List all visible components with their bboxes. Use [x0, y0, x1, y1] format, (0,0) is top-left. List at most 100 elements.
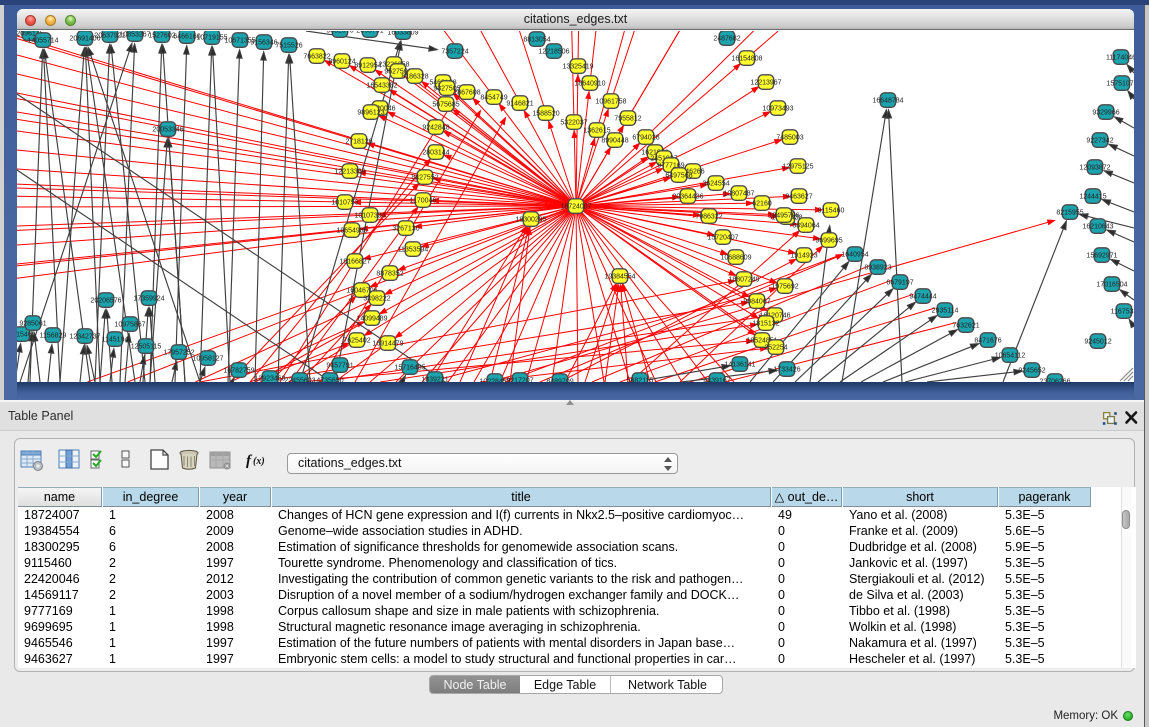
svg-text:18807249: 18807249 [728, 277, 759, 284]
svg-text:1640954: 1640954 [841, 252, 868, 259]
svg-text:9329966: 9329966 [1092, 110, 1119, 117]
svg-text:2867608: 2867608 [453, 90, 480, 97]
svg-text:8489709: 8489709 [546, 379, 573, 383]
svg-text:17016504: 17016504 [1096, 282, 1127, 289]
svg-text:3267130: 3267130 [392, 226, 419, 233]
svg-text:12213369: 12213369 [334, 169, 365, 176]
svg-text:1362615: 1362615 [583, 128, 610, 135]
svg-text:9457791: 9457791 [326, 363, 353, 370]
svg-text:1733426: 1733426 [773, 367, 800, 374]
svg-text:5322037: 5322037 [560, 120, 587, 127]
svg-text:7955812: 7955812 [614, 116, 641, 123]
svg-text:10958127: 10958127 [192, 356, 223, 363]
svg-text:13325419: 13325419 [562, 64, 593, 71]
svg-text:1145194: 1145194 [102, 337, 129, 344]
svg-text:15716485: 15716485 [394, 365, 425, 372]
svg-text:7632621: 7632621 [952, 323, 979, 330]
svg-text:15692971: 15692971 [1086, 253, 1117, 260]
svg-text:17359924: 17359924 [133, 296, 164, 303]
svg-text:5682115: 5682115 [627, 378, 654, 383]
svg-text:1914923: 1914923 [790, 253, 817, 260]
svg-text:8878352: 8878352 [376, 271, 403, 278]
svg-text:20364436: 20364436 [672, 194, 703, 201]
svg-text:12342737: 12342737 [69, 334, 100, 341]
svg-text:1810753: 1810753 [331, 200, 358, 207]
svg-text:19166827: 19166827 [339, 259, 370, 266]
svg-text:1167533: 1167533 [1111, 309, 1134, 316]
svg-text:8471676: 8471676 [974, 338, 1001, 345]
svg-text:62160: 62160 [752, 201, 772, 208]
svg-text:10654112: 10654112 [995, 353, 1026, 360]
svg-text:9227342: 9227342 [1086, 138, 1113, 145]
svg-text:9699695: 9699695 [815, 238, 842, 245]
svg-text:1815132: 1815132 [752, 321, 779, 328]
svg-text:1156829: 1156829 [40, 333, 67, 340]
svg-text:9245012: 9245012 [1084, 339, 1111, 346]
svg-text:9482575: 9482575 [326, 31, 353, 35]
svg-text:9896123: 9896123 [357, 110, 384, 117]
svg-text:9463627: 9463627 [785, 194, 812, 201]
svg-text:9084067: 9084067 [743, 299, 770, 306]
svg-text:12923468: 12923468 [254, 376, 285, 383]
svg-text:10719155: 10719155 [196, 35, 227, 42]
svg-text:7485003: 7485003 [776, 135, 803, 142]
svg-text:18724007: 18724007 [560, 204, 591, 211]
svg-text:15720407: 15720407 [707, 235, 738, 242]
svg-text:8454749: 8454749 [480, 95, 507, 102]
svg-text:16543382: 16543382 [366, 83, 397, 90]
svg-text:10688609: 10688609 [720, 255, 751, 262]
svg-text:12093872: 12093872 [1079, 165, 1110, 172]
svg-text:12505115: 12505115 [131, 344, 162, 351]
svg-text:8990448: 8990448 [601, 138, 628, 145]
svg-text:10973493: 10973493 [762, 106, 793, 113]
svg-text:8894064: 8894064 [792, 223, 819, 230]
svg-text:6497568: 6497568 [665, 173, 692, 180]
svg-text:7515526: 7515526 [275, 43, 302, 50]
svg-text:9115460: 9115460 [818, 208, 845, 215]
svg-text:10853267: 10853267 [119, 32, 150, 39]
svg-text:16033809: 16033809 [387, 31, 418, 37]
svg-text:3624554: 3624554 [702, 181, 729, 188]
svg-text:1588520: 1588520 [532, 111, 559, 118]
svg-text:9474444: 9474444 [909, 294, 936, 301]
svg-text:11353594: 11353594 [398, 247, 429, 254]
svg-text:9156346: 9156346 [250, 40, 277, 47]
svg-text:12975125: 12975125 [782, 164, 813, 171]
svg-text:1839221: 1839221 [421, 377, 448, 383]
svg-text:2487682: 2487682 [713, 36, 740, 43]
svg-text:7663822: 7663822 [303, 54, 330, 61]
svg-text:14136141: 14136141 [724, 362, 755, 369]
svg-text:16914479: 16914479 [372, 341, 403, 348]
svg-text:12213967: 12213967 [750, 80, 781, 87]
svg-text:1527602: 1527602 [148, 33, 175, 40]
svg-text:17957252: 17957252 [163, 350, 194, 357]
svg-text:16210643: 16210643 [1082, 224, 1113, 231]
svg-text:2063791: 2063791 [356, 31, 383, 35]
svg-text:15751074: 15751074 [1106, 81, 1134, 88]
svg-text:9245652: 9245652 [1018, 368, 1045, 375]
svg-text:1975692: 1975692 [771, 284, 798, 291]
svg-text:8960124: 8960124 [328, 59, 355, 66]
svg-text:10961758: 10961758 [595, 99, 626, 106]
svg-text:8427552: 8427552 [411, 175, 438, 182]
svg-text:2935114: 2935114 [932, 308, 959, 315]
svg-text:9242848: 9242848 [422, 125, 449, 132]
svg-text:16648784: 16648784 [872, 98, 903, 105]
svg-text:8215955: 8215955 [1056, 210, 1083, 217]
svg-text:1244415: 1244415 [1079, 194, 1106, 201]
svg-text:18300295: 18300295 [515, 217, 546, 224]
svg-text:11174046: 11174046 [1106, 55, 1134, 62]
svg-text:20053346: 20053346 [152, 127, 183, 134]
svg-text:23706266: 23706266 [1039, 379, 1070, 383]
svg-text:8186328: 8186328 [401, 74, 428, 81]
svg-text:16782759: 16782759 [223, 368, 254, 375]
svg-text:10807487: 10807487 [723, 191, 754, 198]
svg-text:7357224: 7357224 [441, 49, 468, 56]
svg-text:20206576: 20206576 [90, 298, 121, 305]
svg-text:14055714: 14055714 [27, 38, 58, 45]
svg-text:10107394: 10107394 [354, 213, 385, 220]
svg-text:22455603: 22455603 [284, 378, 315, 383]
svg-text:7986322: 7986322 [695, 214, 722, 221]
svg-text:8938923: 8938923 [864, 265, 891, 272]
svg-text:9285061: 9285061 [19, 321, 46, 328]
